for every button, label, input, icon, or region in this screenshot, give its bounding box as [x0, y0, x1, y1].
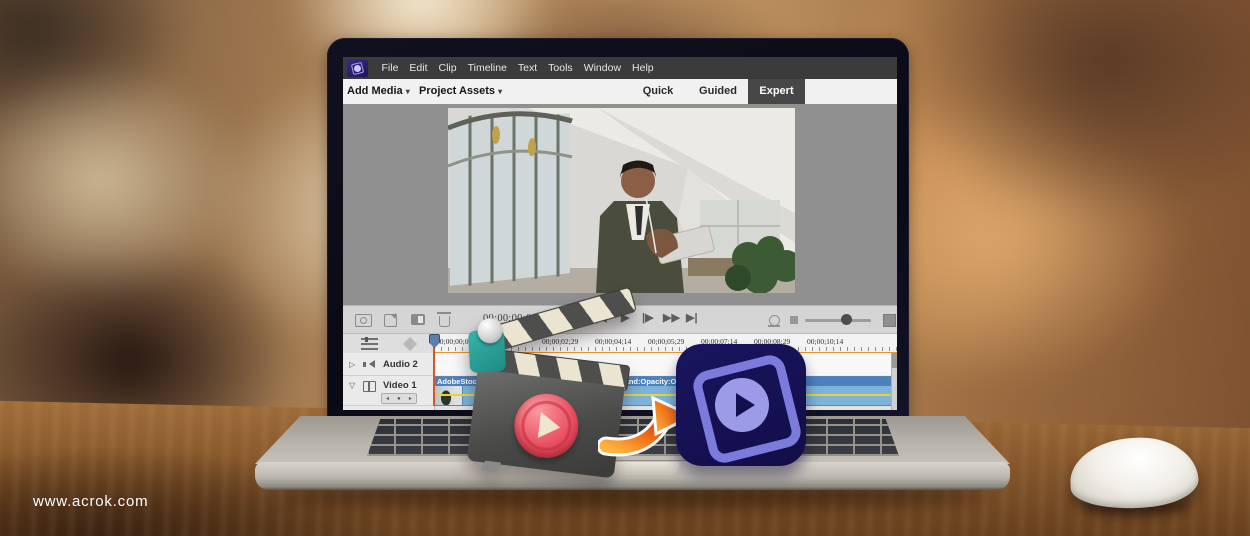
watermark-text: www.acrok.com [33, 493, 149, 510]
shuttle-forward-button[interactable]: ▶▶ [663, 311, 680, 324]
logo-play-triangle-icon [736, 393, 755, 417]
premiere-elements-logo [676, 344, 806, 466]
timeline-ruler-header [343, 334, 435, 354]
stepper-right-icon[interactable]: ▸ [409, 395, 412, 402]
logo-play-circle [715, 378, 769, 432]
go-to-end-button[interactable]: ▶| [686, 311, 698, 324]
video1-track-label: Video 1 [383, 380, 417, 391]
tab-guided[interactable]: Guided [693, 85, 743, 97]
premiere-elements-app-icon [347, 59, 368, 77]
delete-icon[interactable] [437, 312, 451, 327]
menu-help[interactable]: Help [627, 62, 660, 74]
audio2-track-header: ▷ Audio 2 [343, 353, 434, 376]
volume-slider-track[interactable] [805, 319, 871, 322]
tab-quick[interactable]: Quick [635, 85, 681, 97]
mute-icon[interactable] [790, 316, 798, 324]
fullscreen-icon[interactable] [883, 314, 896, 327]
properties-icon[interactable] [411, 314, 425, 325]
tab-expert[interactable]: Expert [748, 79, 805, 104]
stepper-left-icon[interactable]: ◂ [386, 395, 389, 402]
video-preview[interactable] [448, 108, 795, 293]
menu-text[interactable]: Text [512, 62, 542, 74]
scrollbar-thumb[interactable] [892, 353, 897, 368]
scene: File Edit Clip Timeline Text Tools Windo… [0, 0, 1250, 536]
track-header-column: ▷ Audio 2 ▽ Video 1 ◂ ● ▸ [343, 353, 435, 410]
menu-window[interactable]: Window [578, 62, 626, 74]
volume-slider-knob[interactable] [841, 314, 852, 325]
menu-bar: File Edit Clip Timeline Text Tools Windo… [343, 57, 897, 79]
menu-timeline[interactable]: Timeline [462, 62, 512, 74]
expand-track-icon[interactable]: ▷ [349, 360, 355, 369]
audio-level-icon[interactable] [768, 315, 780, 327]
play-triangle-icon [537, 412, 562, 441]
track-settings-icon[interactable] [361, 337, 378, 350]
project-assets-button[interactable]: Project Assets ▾ [419, 85, 502, 97]
menu-edit[interactable]: Edit [404, 62, 433, 74]
stepper-dot-icon[interactable]: ● [397, 396, 401, 402]
freeze-frame-icon[interactable] [355, 314, 372, 327]
timeline-scrollbar[interactable] [891, 353, 897, 410]
rotate-icon[interactable] [384, 314, 397, 327]
preview-monitor-panel [343, 104, 897, 305]
menu-clip[interactable]: Clip [433, 62, 462, 74]
video-track-icon [363, 381, 376, 392]
top-toolbar: Add Media ▾ Project Assets ▾ Quick Guide… [343, 79, 897, 105]
video1-track-header: ▽ Video 1 ◂ ● ▸ [343, 375, 434, 406]
chevron-down-icon: ▾ [498, 87, 503, 96]
audio2-track-label: Audio 2 [383, 359, 418, 370]
menu-tools[interactable]: Tools [543, 62, 579, 74]
video-frame-content [448, 108, 795, 293]
add-media-button[interactable]: Add Media ▾ [347, 85, 410, 97]
audio-mix-icon[interactable] [402, 336, 418, 352]
ruler-label: 00;00;10;14 [807, 337, 844, 346]
menu-file[interactable]: File [376, 62, 404, 74]
ruler-label: 00;00;05;29 [648, 337, 685, 346]
chevron-down-icon: ▾ [405, 87, 410, 96]
track-size-stepper[interactable]: ◂ ● ▸ [381, 393, 417, 404]
clip-thumbnail [435, 386, 463, 405]
clapper-foot [480, 460, 502, 473]
collapse-track-icon[interactable]: ▽ [349, 381, 355, 390]
speaker-icon[interactable] [363, 360, 375, 368]
